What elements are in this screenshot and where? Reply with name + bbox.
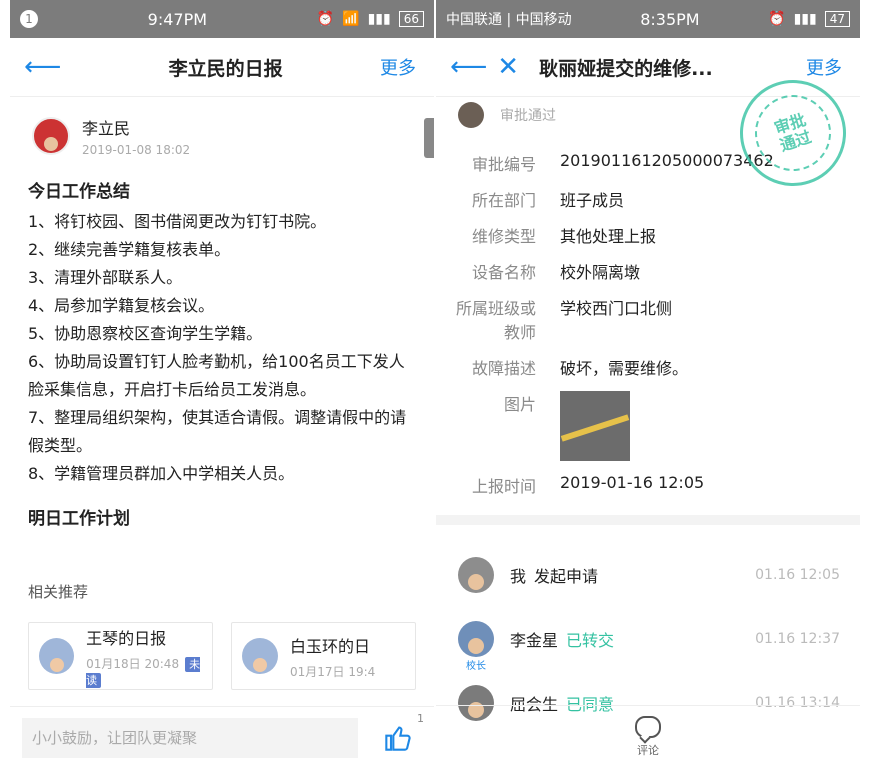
recommend-cards: 王琴的日报 01月18日 20:48 未读 白玉环的日 01月17日 19:4 [10,610,434,690]
avatar [458,102,484,128]
detail-row: 上报时间 2019-01-16 12:05 [456,467,840,503]
section-divider [436,515,860,525]
notification-badge: 1 [20,10,38,28]
photo-thumbnail[interactable] [560,391,630,461]
recommend-card[interactable]: 白玉环的日 01月17日 19:4 [231,622,416,690]
list-item: 2、继续完善学籍复核表单。 [28,240,231,259]
detail-label: 故障描述 [471,359,536,378]
detail-value: 2019-01-16 12:05 [560,473,705,492]
signal-icon: ▮▮▮ [793,11,817,27]
status-time: 9:47PM [147,9,208,29]
avatar [458,557,494,593]
more-button[interactable]: 更多 [806,54,860,80]
tomorrow-plan-title: 明日工作计划 [28,509,130,529]
page-title: 李立民的日报 [168,57,283,80]
avatar[interactable] [32,117,70,155]
author-block: 李立民 2019-01-08 18:02 [10,97,434,165]
list-item: 4、局参加学籍复核会议。 [28,296,215,315]
approval-status-text: 审批通过 [500,108,556,124]
detail-row: 设备名称 校外隔离墩 [456,253,840,289]
detail-label: 图片 [503,395,536,414]
back-arrow-icon[interactable]: ⟵ [436,54,497,80]
alarm-icon: ⏰ [768,11,786,27]
top-nav: ⟵ 李立民的日报 更多 [10,38,434,97]
like-button[interactable]: 1 [378,712,424,758]
timeline-status: 发起申请 [534,567,599,586]
comment-footer: 小小鼓励，让团队更凝聚 1 [10,706,434,768]
avatar [39,638,75,674]
timeline-name: 李金星 [510,631,559,650]
author-name: 李立民 [82,119,131,138]
detail-label: 上报时间 [471,477,536,496]
detail-value [560,391,630,461]
more-button[interactable]: 更多 [380,54,434,80]
wifi-icon: 📶 [342,11,360,27]
list-item: 5、协助恩察校区查询学生学籍。 [28,324,263,343]
close-icon[interactable]: ✕ [497,54,529,80]
recommend-card[interactable]: 王琴的日报 01月18日 20:48 未读 [28,622,213,690]
author-date: 2019-01-08 18:02 [82,143,191,157]
detail-row: 故障描述 破坏，需要维修。 [456,349,840,385]
detail-label: 所属班级或教师 [456,299,537,342]
encourage-input[interactable]: 小小鼓励，让团队更凝聚 [22,717,358,758]
detail-label: 所在部门 [471,191,536,210]
detail-value: 学校西门口北侧 [560,299,673,318]
detail-value: 破坏，需要维修。 [560,359,689,378]
card-title: 白玉环的日 [290,636,371,656]
battery-indicator: 66 [398,11,424,27]
list-item: 3、清理外部联系人。 [28,268,183,287]
card-date: 01月17日 19:4 [290,664,376,679]
screenshot: 1 9:47PM ⏰ 📶 ▮▮▮ 66 ⟵ 李立民的日报 更多 李立民 2019… [0,0,880,768]
back-arrow-icon[interactable]: ⟵ [10,54,71,80]
timeline-item: 校长 李金星 已转交 01.16 12:37 [458,607,840,672]
battery-indicator: 47 [824,11,850,27]
status-bar: 1 9:47PM ⏰ 📶 ▮▮▮ 66 [10,0,434,38]
detail-row: 所属班级或教师 学校西门口北侧 [456,289,840,349]
timeline-name: 我 [510,567,527,586]
card-date: 01月18日 20:48 未读 [86,656,201,688]
role-badge: 校长 [466,661,486,672]
detail-label: 设备名称 [471,263,536,282]
list-item: 8、学籍管理员群加入中学相关人员。 [28,464,295,483]
carrier-label: 中国联通 | 中国移动 [446,12,572,28]
detail-label: 维修类型 [471,227,536,246]
list-item: 6、协助局设置钉钉人脸考勤机，给100名员工下发人脸采集信息，开启打卡后给员工发… [28,352,405,399]
detail-value: 其他处理上报 [560,227,657,246]
signal-icon: ▮▮▮ [367,11,391,27]
detail-value: 校外隔离墩 [560,263,641,282]
timeline-time: 01.16 12:05 [755,567,840,583]
avatar [458,621,494,657]
thumbs-up-icon [385,725,411,751]
timeline-time: 01.16 12:37 [755,631,840,647]
comment-label[interactable]: 评论 [637,742,659,758]
detail-row: 所在部门 班子成员 [456,181,840,217]
today-summary-title: 今日工作总结 [28,182,130,202]
scroll-handle[interactable] [424,118,434,158]
today-summary-list: 1、将钉校园、图书借阅更改为钉钉书院。 2、继续完善学籍复核表单。 3、清理外部… [10,208,434,488]
detail-row: 图片 [456,385,840,467]
status-icons: ⏰ ▮▮▮ 47 [768,11,850,27]
timeline-item: 我 发起申请 01.16 12:05 [458,543,840,607]
right-phone: 中国联通 | 中国移动 8:35PM ⏰ ▮▮▮ 47 ⟵ ✕ 耿丽娅提交的维修… [436,0,860,768]
approval-timeline: 我 发起申请 01.16 12:05 校长 李金星 已转交 01.16 12:3… [436,525,860,735]
detail-value: 201901161205000073462 [560,151,774,170]
card-title: 王琴的日报 [86,628,167,648]
like-count: 1 [417,711,424,725]
timeline-status: 已转交 [566,631,615,650]
list-item: 7、整理局组织架构，使其适合请假。调整请假中的请假类型。 [28,408,407,455]
left-phone: 1 9:47PM ⏰ 📶 ▮▮▮ 66 ⟵ 李立民的日报 更多 李立民 2019… [10,0,434,768]
status-icons: ⏰ 📶 ▮▮▮ 66 [317,11,424,27]
page-title: 耿丽娅提交的维修... [539,57,713,80]
avatar [242,638,278,674]
recommend-title: 相关推荐 [28,583,89,601]
status-bar: 中国联通 | 中国移动 8:35PM ⏰ ▮▮▮ 47 [436,0,860,38]
alarm-icon: ⏰ [316,11,335,27]
comment-icon[interactable] [635,716,661,738]
detail-row: 维修类型 其他处理上报 [456,217,840,253]
detail-value: 班子成员 [560,191,625,210]
detail-label: 审批编号 [471,155,536,174]
status-time: 8:35PM [640,9,700,29]
comment-footer: 评论 [436,705,860,768]
list-item: 1、将钉校园、图书借阅更改为钉钉书院。 [28,212,327,231]
